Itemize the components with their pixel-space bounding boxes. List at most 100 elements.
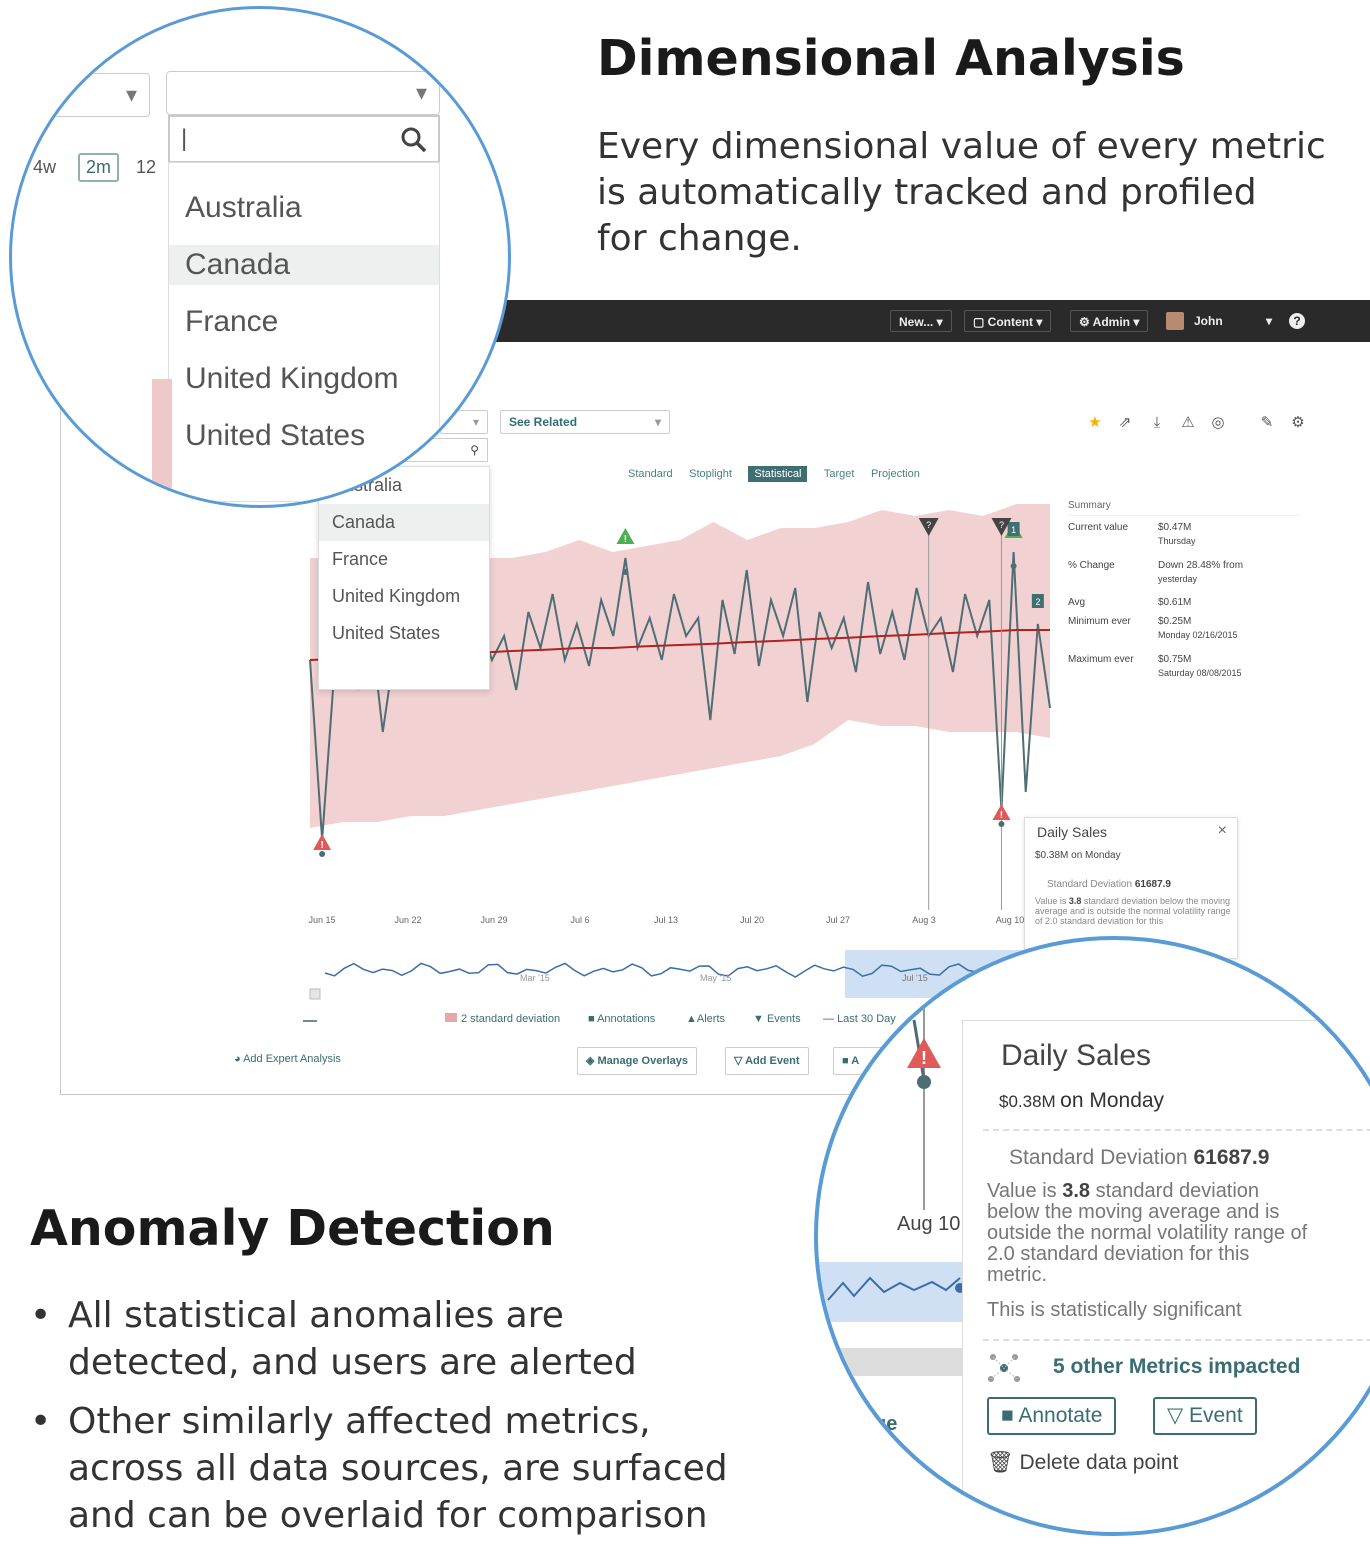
legend-alerts[interactable]: ▲Alerts — [686, 1013, 725, 1025]
x-tick-label: Jun 15 — [308, 915, 335, 925]
anomaly-point[interactable] — [917, 1075, 931, 1089]
x-tick-label: Jun 22 — [394, 915, 421, 925]
chevron-down-icon: ▾ — [654, 415, 661, 429]
note-marker-label: 2 — [1035, 597, 1040, 607]
country-dropdown-large: Australia Canada France United Kingdom U… — [168, 162, 440, 502]
summary-heading: Summary — [1068, 500, 1111, 511]
divider — [983, 1129, 1370, 1131]
annotate-button[interactable]: ■ Annotate — [987, 1397, 1117, 1435]
zoom-x-tick: Aug 10 — [897, 1213, 960, 1235]
legend-deviation[interactable]: 2 standard deviation — [445, 1013, 560, 1025]
tab-stoplight[interactable]: Stoplight — [689, 468, 732, 480]
user-menu-button[interactable]: John ▾ — [1186, 310, 1280, 332]
legend-events[interactable]: ▼ Events — [753, 1013, 801, 1025]
list-item[interactable]: France — [169, 302, 439, 342]
manage-overlays-button[interactable]: ◈ Manage Overlays — [577, 1047, 698, 1075]
target-icon[interactable]: ◎ — [1207, 412, 1229, 434]
desc-prefix: Value is — [987, 1180, 1057, 1202]
tab-statistical[interactable]: Statistical — [748, 466, 808, 482]
dimensional-description: Every dimensional value of every metric … — [597, 124, 1357, 262]
chevron-down-icon: ▾ — [1265, 314, 1272, 328]
star-icon[interactable]: ★ — [1084, 412, 1106, 434]
see-related-select[interactable]: See Related ▾ — [500, 410, 670, 434]
list-item[interactable]: United Kingdom — [169, 359, 439, 399]
list-item[interactable]: France — [319, 541, 489, 578]
desc-line: below the moving average and is — [987, 1201, 1280, 1223]
event-icon: ▽ — [1167, 1404, 1189, 1427]
alert-mark: ! — [921, 1048, 927, 1068]
range-4w[interactable]: 4w — [33, 157, 56, 178]
list-item[interactable]: Canada — [319, 504, 489, 541]
new-menu-button[interactable]: New... ▾ — [890, 310, 952, 332]
add-event-button[interactable]: ▽ Add Event — [725, 1047, 809, 1075]
content-menu-button[interactable]: ▢ Content ▾ — [964, 310, 1052, 332]
significance-text: This is statistically significant — [987, 1299, 1242, 1321]
sd-label: Standard Deviation — [1009, 1146, 1188, 1169]
content-label: Content ▾ — [987, 315, 1043, 329]
alert-icon[interactable]: ⚠ — [1177, 412, 1199, 434]
close-icon[interactable]: × — [1349, 1035, 1367, 1069]
summary-value: $0.47M — [1158, 522, 1192, 533]
tab-target[interactable]: Target — [824, 468, 855, 480]
bullet-item: Other similarly affected metrics, across … — [30, 1398, 810, 1539]
manage-label: Manage Overlays — [597, 1055, 689, 1067]
dimension-select-large[interactable]: ▾ — [12, 73, 150, 117]
summary-subvalue: yesterday — [1158, 574, 1198, 584]
help-icon[interactable]: ? — [1289, 313, 1305, 329]
value-day: on Monday — [1071, 850, 1121, 861]
event-icon: ▼ — [753, 1013, 767, 1025]
view-tabs: Standard Stoplight Statistical Target Pr… — [628, 464, 932, 482]
add-expert-analysis-link[interactable]: ◕ Add Expert Analysis — [234, 1053, 341, 1065]
annotation-icon: ■ — [1001, 1404, 1019, 1427]
close-icon[interactable]: × — [1218, 822, 1227, 840]
sd-value: 61687.9 — [1193, 1146, 1270, 1169]
dimensional-title: Dimensional Analysis — [597, 30, 1185, 87]
settings-icon[interactable]: ⚙ — [1287, 412, 1309, 434]
zoom-scroll-track[interactable] — [818, 1348, 963, 1376]
list-item[interactable]: Australia — [169, 188, 439, 228]
impacted-metrics-link[interactable]: 5 other Metrics impacted — [1053, 1355, 1300, 1379]
tooltip-small-sd: Standard Deviation 61687.9 — [1047, 879, 1171, 890]
desc-line: standard deviation — [1083, 896, 1158, 906]
share-icon[interactable]: ⇗ — [1114, 412, 1136, 434]
range-12m[interactable]: 12 — [136, 157, 156, 178]
avatar[interactable] — [1166, 312, 1184, 330]
user-name: John — [1194, 314, 1223, 328]
tab-projection[interactable]: Projection — [871, 468, 920, 480]
bullet-line: and can be overlaid for comparison — [68, 1495, 708, 1536]
tab-standard[interactable]: Standard — [628, 468, 673, 480]
delete-data-point-link[interactable]: 🗑 Delete data point — [987, 1451, 1178, 1475]
tooltip-description: Value is 3.8 standard deviation below th… — [987, 1181, 1370, 1286]
sd-value: 61687.9 — [1134, 879, 1171, 890]
navigator-handle[interactable] — [309, 988, 321, 1000]
desc-value: 3.8 — [1068, 896, 1082, 906]
x-tick-label: Jul 13 — [654, 915, 678, 925]
legend-annotations[interactable]: ■ Annotations — [588, 1013, 655, 1025]
tooltip-value-day: on Monday — [1060, 1089, 1165, 1112]
x-tick-label: Jul 20 — [740, 915, 764, 925]
tooltip-title: Daily Sales — [1001, 1039, 1152, 1072]
x-tick-label: Jul 27 — [826, 915, 850, 925]
anomaly-point — [319, 851, 326, 857]
chart-band-fragment — [152, 379, 172, 499]
summary-label: Maximum ever — [1068, 654, 1134, 665]
admin-menu-button[interactable]: ⚙ Admin ▾ — [1070, 310, 1149, 332]
download-icon[interactable]: ⤓ — [1146, 412, 1168, 434]
country-select-large[interactable]: ▾ — [166, 71, 440, 115]
list-item[interactable]: Canada — [169, 245, 439, 285]
pencil-icon[interactable]: ✎ — [1256, 412, 1278, 434]
gear-icon: ⚙ — [1079, 315, 1093, 329]
chevron-down-icon: ▾ — [125, 82, 137, 107]
x-tick-label: Aug 3 — [912, 915, 936, 925]
legend-marker — [303, 1020, 317, 1022]
list-item[interactable]: United Kingdom — [319, 578, 489, 615]
range-2m[interactable]: 2m — [78, 153, 120, 182]
list-item[interactable]: United States — [319, 615, 489, 652]
desc-prefix: Value is — [1035, 896, 1067, 906]
list-item[interactable]: United States — [169, 416, 439, 456]
event-button[interactable]: ▽ Event — [1153, 1397, 1257, 1435]
bullet-line: detected, and users are alerted — [68, 1342, 637, 1383]
country-search-input[interactable]: | — [168, 115, 440, 163]
delete-label: Delete data point — [1019, 1451, 1179, 1474]
event-marker-label: ? — [999, 520, 1004, 530]
